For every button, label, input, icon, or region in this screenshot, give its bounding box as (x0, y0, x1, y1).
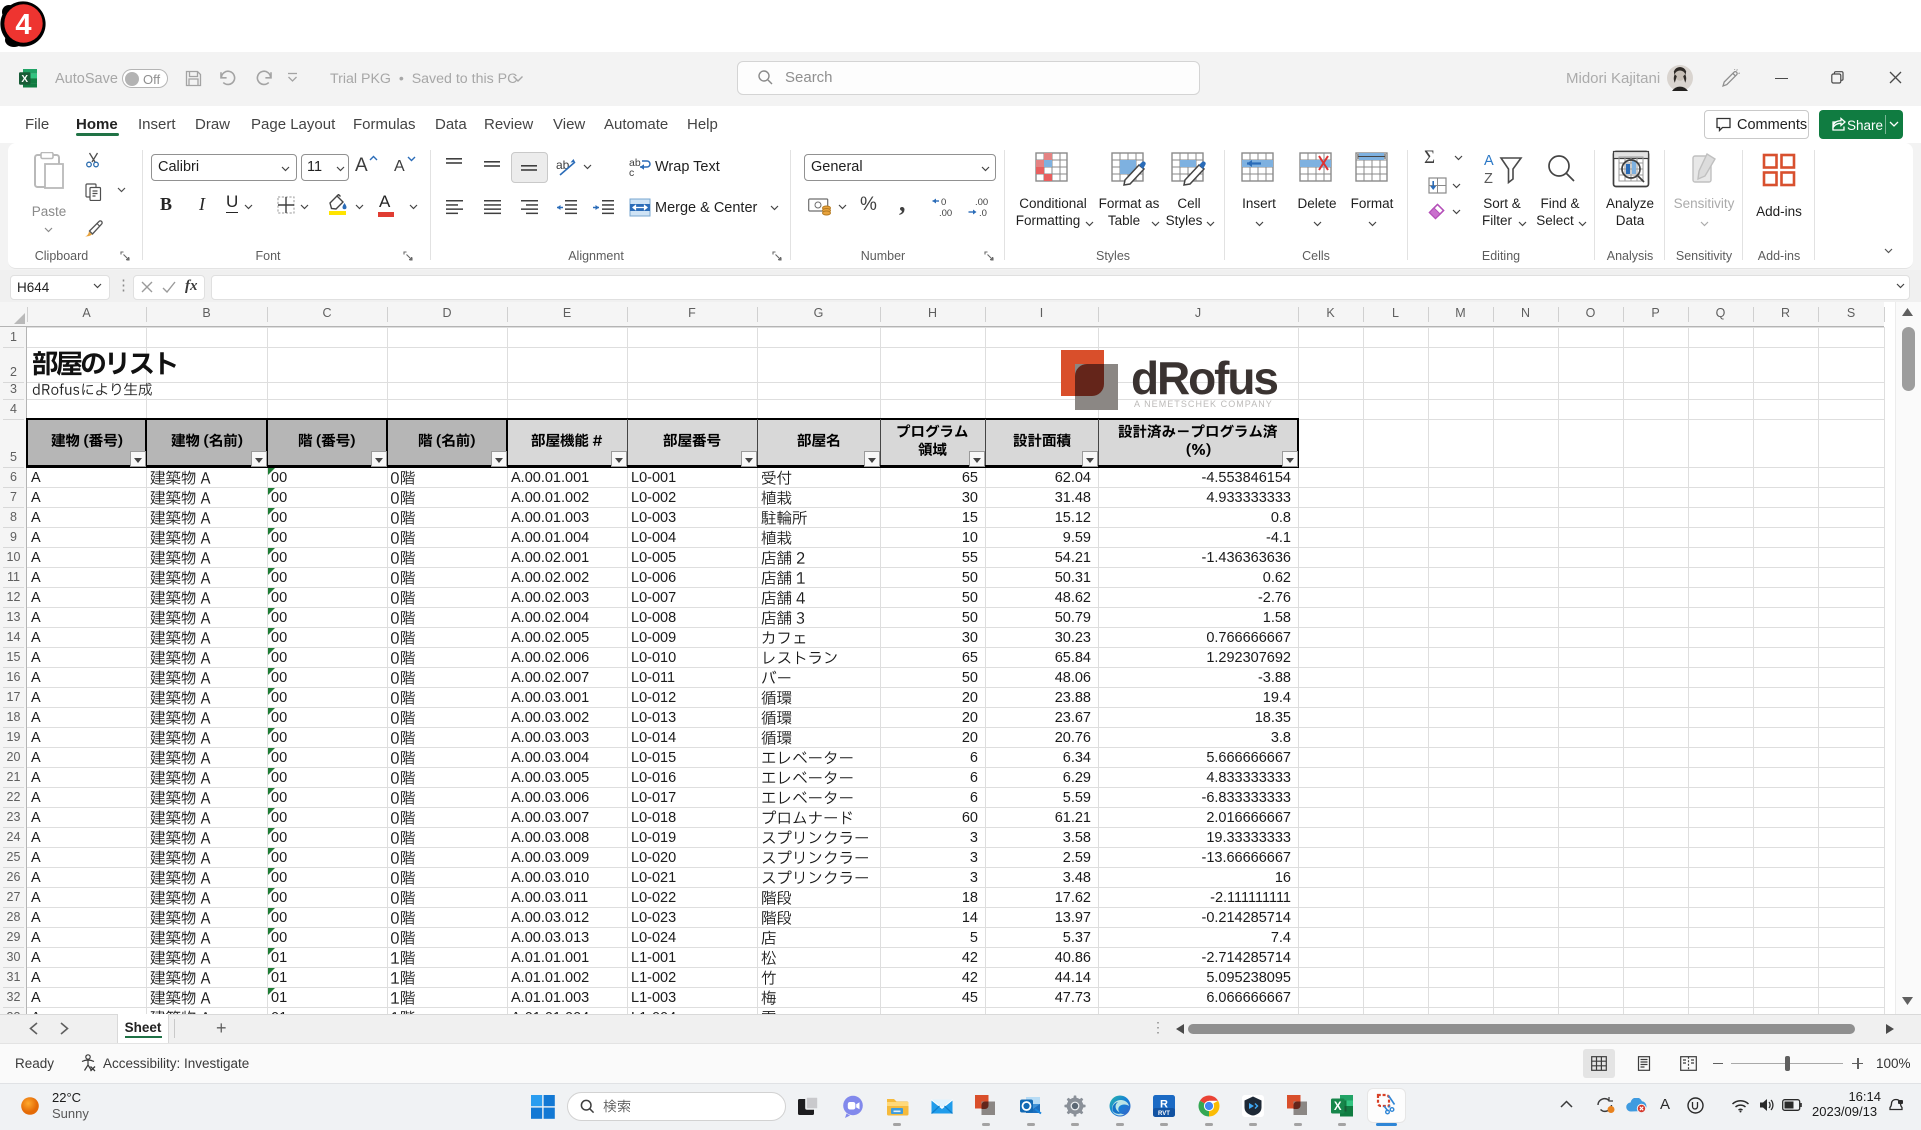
svg-text:X: X (21, 74, 28, 85)
svg-text:R: R (1160, 1099, 1168, 1111)
svg-text:.00: .00 (975, 197, 988, 208)
svg-text:.00: .00 (939, 208, 952, 218)
svg-text:ab: ab (556, 158, 570, 172)
svg-text:A: A (1484, 153, 1494, 169)
svg-text:0: 0 (941, 197, 946, 208)
svg-text:4: 4 (15, 9, 31, 41)
svg-text:Z: Z (1484, 171, 1493, 187)
svg-text:c: c (629, 167, 634, 177)
svg-text:.0: .0 (979, 208, 987, 218)
svg-text:RVT: RVT (1158, 1111, 1170, 1117)
svg-text:X: X (1334, 1101, 1342, 1113)
